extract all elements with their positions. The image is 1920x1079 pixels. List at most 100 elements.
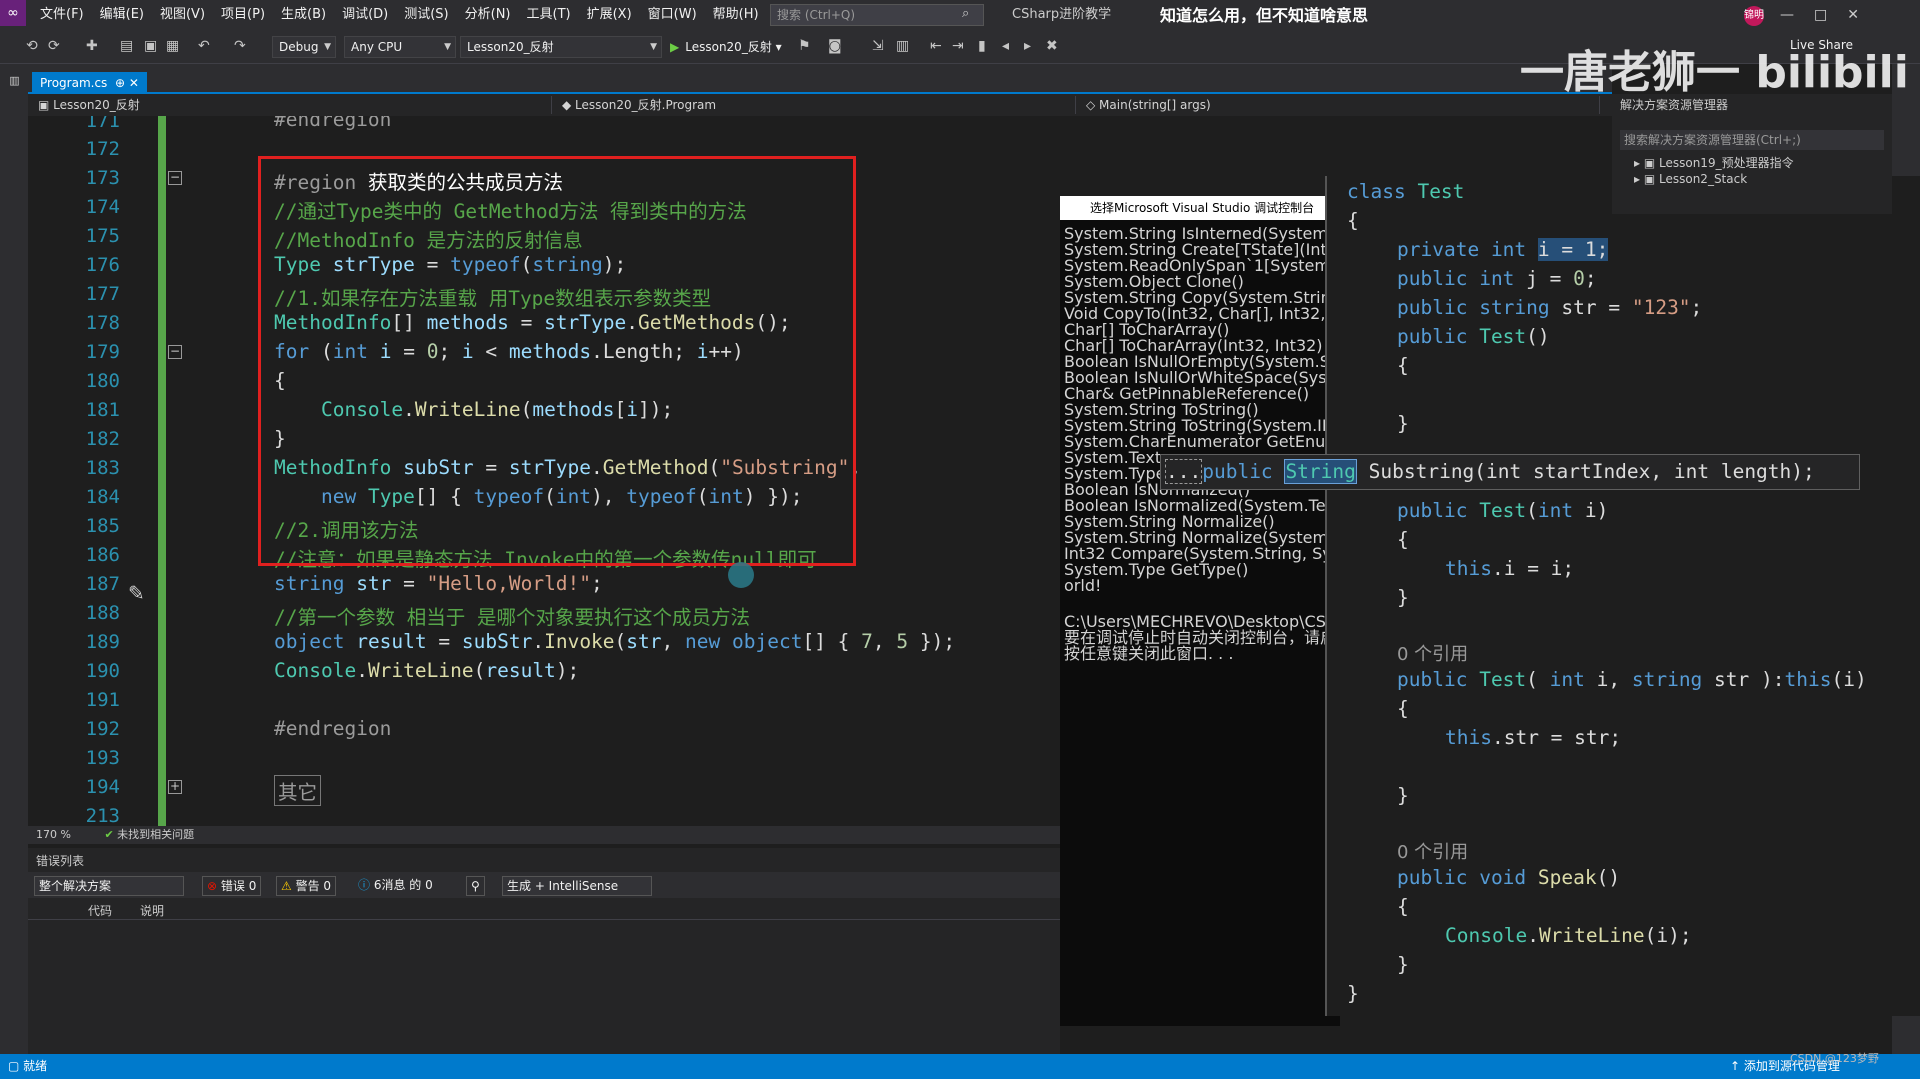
menu-build[interactable]: 生成(B) bbox=[273, 0, 334, 30]
indent-icon[interactable]: ⇥ bbox=[952, 38, 964, 54]
build-source-select[interactable]: 生成 + IntelliSense bbox=[502, 876, 652, 896]
type-nav-value: Lesson20_反射.Program bbox=[575, 98, 717, 112]
line-number: 176 bbox=[85, 254, 120, 276]
collapse-block-icon[interactable]: − bbox=[168, 345, 182, 359]
outdent-icon[interactable]: ⇤ bbox=[930, 38, 942, 54]
user-avatar[interactable]: 锦明 bbox=[1744, 6, 1764, 26]
edit-pencil-icon: ✎ bbox=[128, 581, 145, 605]
project-nav-value: Lesson20_反射 bbox=[53, 98, 140, 112]
scope-select[interactable]: 整个解决方案 bbox=[34, 876, 184, 896]
step-icon[interactable]: ⇲ bbox=[872, 38, 884, 54]
start-debugging-button[interactable]: ▶ Lesson20_反射 ▾ bbox=[670, 36, 782, 58]
tab-program-cs[interactable]: Program.cs ⊕ ✕ bbox=[32, 72, 147, 94]
column-description[interactable]: 说明 bbox=[140, 902, 164, 919]
line-number: 187 bbox=[85, 573, 120, 595]
solution-search-input[interactable]: 搜索解决方案资源管理器(Ctrl+;) bbox=[1620, 130, 1884, 150]
code-line: { bbox=[1397, 528, 1409, 551]
undo-icon[interactable]: ↶ bbox=[198, 38, 210, 54]
menu-analyze[interactable]: 分析(N) bbox=[457, 0, 519, 30]
menu-window[interactable]: 窗口(W) bbox=[640, 0, 705, 30]
camera-icon[interactable]: ◙ bbox=[828, 38, 842, 54]
messages-filter-button[interactable]: ⓘ 6消息 的 0 bbox=[354, 876, 437, 896]
column-code[interactable]: 代码 bbox=[88, 902, 112, 919]
console-title: 选择Microsoft Visual Studio 调试控制台 bbox=[1090, 201, 1315, 215]
warnings-filter-button[interactable]: ⚠ 警告 0 bbox=[276, 876, 337, 896]
tree-item-lesson2[interactable]: ▸ ▣ Lesson2_Stack bbox=[1634, 172, 1747, 186]
search-icon[interactable]: ⌕ bbox=[962, 6, 969, 21]
code-line: { bbox=[1397, 895, 1409, 918]
solution-explorer: 解决方案资源管理器 搜索解决方案资源管理器(Ctrl+;) ▸ ▣ Lesson… bbox=[1612, 94, 1892, 214]
class-test-popup: class Test { private int i = 1; public i… bbox=[1325, 176, 1920, 1016]
back-icon[interactable]: ⟲ bbox=[26, 38, 38, 54]
bookmark-next-icon[interactable]: ▸ bbox=[1024, 38, 1031, 54]
startup-project-select[interactable]: Lesson20_反射 ▼ bbox=[460, 36, 662, 58]
open-icon[interactable]: ▤ bbox=[120, 38, 133, 54]
save-all-icon[interactable]: ▦ bbox=[166, 38, 179, 54]
code-line: public Test(int i) bbox=[1397, 499, 1609, 522]
code-line: Console.WriteLine(result); bbox=[274, 659, 580, 682]
tree-item-label: Lesson2_Stack bbox=[1659, 172, 1748, 186]
tree-item-lesson19[interactable]: ▸ ▣ Lesson19_预处理器指令 bbox=[1634, 154, 1794, 171]
line-number: 177 bbox=[85, 283, 120, 305]
redo-icon[interactable]: ↷ bbox=[234, 38, 246, 54]
errors-filter-button[interactable]: ⊗ 错误 0 bbox=[202, 876, 262, 896]
left-tool-strip: ▥ bbox=[0, 64, 28, 1054]
menu-help[interactable]: 帮助(H) bbox=[705, 0, 767, 30]
menu-tools[interactable]: 工具(T) bbox=[519, 0, 579, 30]
bookmark-clear-icon[interactable]: ✖ bbox=[1046, 38, 1058, 54]
window-controls[interactable]: —□✕ bbox=[1780, 0, 1879, 30]
code-line: this.str = str; bbox=[1445, 726, 1622, 749]
check-icon: ✔ bbox=[104, 828, 114, 841]
issues-status: 未找到相关问题 bbox=[117, 828, 195, 841]
tooltip-return-type-text: String bbox=[1285, 460, 1356, 483]
save-icon[interactable]: ▣ bbox=[144, 38, 157, 54]
menu-test[interactable]: 测试(S) bbox=[396, 0, 456, 30]
new-project-icon[interactable]: ✚ bbox=[86, 38, 98, 54]
code-line: public string str = "123"; bbox=[1397, 296, 1703, 319]
code-editor[interactable]: 171 172 173 174 175 176 177 178 179 180 … bbox=[28, 116, 1060, 826]
project-nav-select[interactable]: ▣ Lesson20_反射 bbox=[32, 96, 552, 114]
bookmark-prev-icon[interactable]: ◂ bbox=[1002, 38, 1009, 54]
menu-project[interactable]: 项目(P) bbox=[213, 0, 273, 30]
browser-link-icon[interactable]: ⚑ bbox=[798, 38, 811, 54]
menu-view[interactable]: 视图(V) bbox=[152, 0, 213, 30]
platform-value: Any CPU bbox=[351, 40, 403, 54]
menu-extensions[interactable]: 扩展(X) bbox=[579, 0, 640, 30]
pin-icon[interactable]: ⊕ bbox=[115, 76, 125, 90]
close-icon[interactable]: ✕ bbox=[129, 76, 139, 90]
line-number: 181 bbox=[85, 399, 120, 421]
menu-file[interactable]: 文件(F) bbox=[32, 0, 92, 30]
line-number: 174 bbox=[85, 196, 120, 218]
visual-studio-logo-icon: ∞ bbox=[0, 0, 26, 26]
breakpoints-icon[interactable]: ▥ bbox=[896, 38, 909, 54]
console-line: 按任意键关闭此窗口. . . bbox=[1064, 644, 1234, 663]
menu-bar: ∞ 文件(F) 编辑(E) 视图(V) 项目(P) 生成(B) 调试(D) 测试(S) 分析(… bbox=[0, 0, 1920, 30]
warning-icon: ⚠ bbox=[281, 879, 296, 893]
highlight-box bbox=[258, 156, 856, 566]
code-line: public Test() bbox=[1397, 325, 1550, 348]
line-number: 180 bbox=[85, 370, 120, 392]
line-number: 191 bbox=[85, 689, 120, 711]
collapsed-region[interactable]: 其它 bbox=[274, 775, 322, 806]
platform-select[interactable]: Any CPU ▼ bbox=[344, 36, 456, 58]
code-line: } bbox=[1397, 412, 1409, 435]
code-line: } bbox=[1397, 586, 1409, 609]
tooltip-return-type: String bbox=[1284, 459, 1357, 484]
status-text: 就绪 bbox=[23, 1059, 48, 1073]
reference-count[interactable]: 0 个引用 bbox=[1397, 640, 1468, 666]
menu-debug[interactable]: 调试(D) bbox=[334, 0, 396, 30]
expand-region-icon[interactable]: + bbox=[168, 780, 182, 794]
messages-count: 6消息 的 0 bbox=[373, 878, 433, 892]
bookmark-icon[interactable]: ▮ bbox=[978, 38, 986, 54]
filter-icon[interactable]: ⚲ bbox=[466, 876, 485, 896]
reference-count[interactable]: 0 个引用 bbox=[1397, 838, 1468, 864]
search-input[interactable]: 搜索 (Ctrl+Q) bbox=[770, 4, 984, 26]
collapse-region-icon[interactable]: − bbox=[168, 171, 182, 185]
toolbox-icon[interactable]: ▥ bbox=[8, 74, 21, 87]
zoom-level[interactable]: 170 % bbox=[36, 828, 71, 841]
menu-edit[interactable]: 编辑(E) bbox=[92, 0, 152, 30]
line-number: 194 bbox=[85, 776, 120, 798]
config-select[interactable]: Debug ▼ bbox=[272, 36, 336, 58]
forward-icon[interactable]: ⟳ bbox=[48, 38, 60, 54]
type-nav-select[interactable]: ◆ Lesson20_反射.Program bbox=[556, 96, 1076, 114]
